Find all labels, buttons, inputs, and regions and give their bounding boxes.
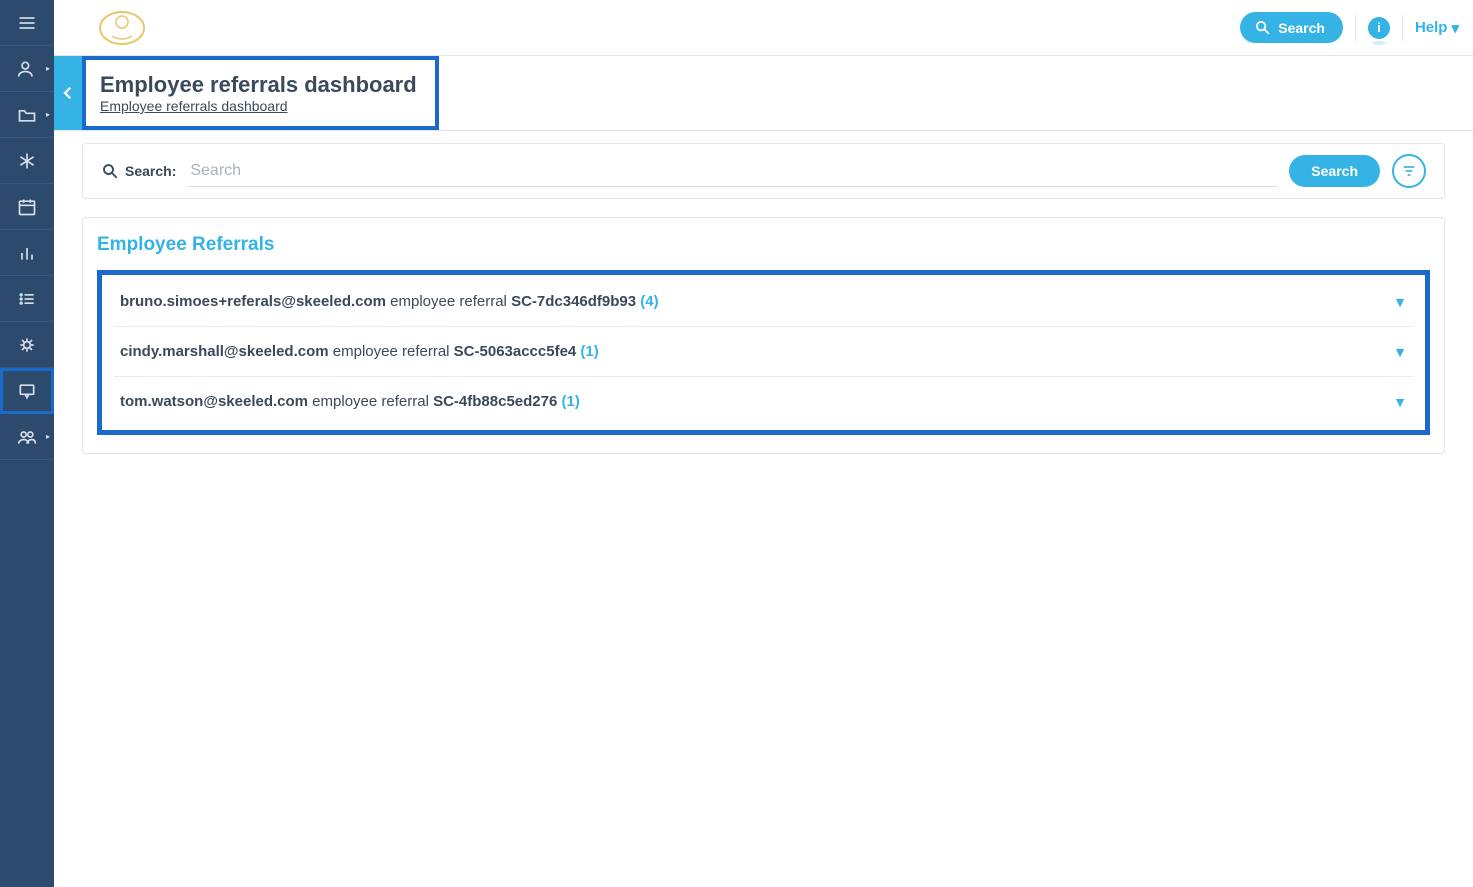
asterisk-icon bbox=[17, 151, 37, 171]
chevron-down-icon: ▼ bbox=[1393, 394, 1407, 410]
brand-logo bbox=[94, 6, 150, 50]
bar-chart-icon bbox=[17, 243, 37, 263]
referral-middle: employee referral bbox=[329, 343, 454, 360]
chevron-right-icon: ▸ bbox=[46, 432, 50, 441]
global-search-button[interactable]: Search bbox=[1240, 12, 1343, 43]
referrals-section: Employee Referrals bruno.simoes+referals… bbox=[82, 217, 1445, 454]
chevron-down-icon: ▼ bbox=[1393, 344, 1407, 360]
sidebar-folders[interactable]: ▸ bbox=[0, 92, 54, 138]
referral-middle: employee referral bbox=[308, 393, 433, 410]
people-icon bbox=[17, 427, 37, 447]
chevron-right-icon: ▸ bbox=[46, 64, 50, 73]
info-button[interactable]: i bbox=[1368, 17, 1390, 39]
bug-icon bbox=[17, 335, 37, 355]
sidebar-list[interactable] bbox=[0, 276, 54, 322]
calendar-icon bbox=[17, 197, 37, 217]
help-label: Help bbox=[1415, 19, 1448, 36]
referral-row[interactable]: bruno.simoes+referals@skeeled.com employ… bbox=[114, 277, 1413, 327]
collapse-left-button[interactable] bbox=[54, 56, 82, 130]
folder-icon bbox=[17, 105, 37, 125]
divider bbox=[1402, 15, 1403, 41]
person-icon bbox=[17, 59, 37, 79]
info-icon: i bbox=[1377, 20, 1381, 35]
referral-count: (4) bbox=[636, 293, 659, 310]
referral-email: cindy.marshall@skeeled.com bbox=[120, 343, 329, 360]
page-title: Employee referrals dashboard bbox=[100, 72, 417, 98]
section-title: Employee Referrals bbox=[97, 234, 1430, 256]
filter-button[interactable] bbox=[1392, 154, 1426, 188]
chat-icon bbox=[17, 381, 37, 401]
divider bbox=[1355, 15, 1356, 41]
search-label-group: Search: bbox=[101, 162, 176, 180]
breadcrumb[interactable]: Employee referrals dashboard bbox=[100, 98, 288, 114]
logo-icon bbox=[94, 6, 150, 50]
sidebar-menu[interactable] bbox=[0, 0, 54, 46]
chevron-right-icon: ▸ bbox=[46, 110, 50, 119]
referral-row[interactable]: cindy.marshall@skeeled.com employee refe… bbox=[114, 327, 1413, 377]
sidebar-referrals[interactable] bbox=[0, 368, 54, 414]
referral-row[interactable]: tom.watson@skeeled.com employee referral… bbox=[114, 377, 1413, 426]
page-header: Employee referrals dashboard Employee re… bbox=[82, 56, 439, 130]
sidebar-candidates[interactable]: ▸ bbox=[0, 46, 54, 92]
filter-icon bbox=[1401, 163, 1417, 179]
topbar: Search i Help ▾ bbox=[54, 0, 1473, 56]
content: Search: Search Employee Referrals bruno.… bbox=[54, 131, 1473, 466]
sidebar-reports[interactable] bbox=[0, 230, 54, 276]
referral-count: (1) bbox=[576, 343, 599, 360]
search-label: Search: bbox=[125, 163, 176, 179]
search-button[interactable]: Search bbox=[1289, 155, 1380, 187]
sidebar-calendar[interactable] bbox=[0, 184, 54, 230]
help-menu[interactable]: Help ▾ bbox=[1415, 19, 1459, 37]
search-input[interactable] bbox=[188, 156, 1277, 187]
search-panel: Search: Search bbox=[82, 143, 1445, 199]
referral-count: (1) bbox=[557, 393, 580, 410]
sidebar-bug[interactable] bbox=[0, 322, 54, 368]
referral-middle: employee referral bbox=[386, 293, 511, 310]
sidebar: ▸ ▸ ▸ bbox=[0, 0, 54, 887]
chevron-down-icon: ▾ bbox=[1451, 19, 1459, 37]
hamburger-icon bbox=[17, 13, 37, 33]
referral-text: tom.watson@skeeled.com employee referral… bbox=[120, 393, 580, 410]
referral-code: SC-4fb88c5ed276 bbox=[433, 393, 557, 410]
referral-email: bruno.simoes+referals@skeeled.com bbox=[120, 293, 386, 310]
referral-text: bruno.simoes+referals@skeeled.com employ… bbox=[120, 293, 659, 310]
referral-code: SC-7dc346df9b93 bbox=[511, 293, 636, 310]
chevron-down-icon: ▼ bbox=[1393, 294, 1407, 310]
page-header-wrap: Employee referrals dashboard Employee re… bbox=[54, 56, 1473, 131]
referral-code: SC-5063accc5fe4 bbox=[454, 343, 577, 360]
chevron-left-icon bbox=[59, 84, 77, 102]
global-search-label: Search bbox=[1278, 20, 1325, 36]
referrals-list: bruno.simoes+referals@skeeled.com employ… bbox=[97, 270, 1430, 435]
search-icon bbox=[1254, 19, 1271, 36]
referral-text: cindy.marshall@skeeled.com employee refe… bbox=[120, 343, 599, 360]
list-icon bbox=[17, 289, 37, 309]
search-icon bbox=[101, 162, 119, 180]
referral-email: tom.watson@skeeled.com bbox=[120, 393, 308, 410]
main: Search i Help ▾ Employee referrals dashb… bbox=[54, 0, 1473, 887]
sidebar-star[interactable] bbox=[0, 138, 54, 184]
sidebar-team[interactable]: ▸ bbox=[0, 414, 54, 460]
